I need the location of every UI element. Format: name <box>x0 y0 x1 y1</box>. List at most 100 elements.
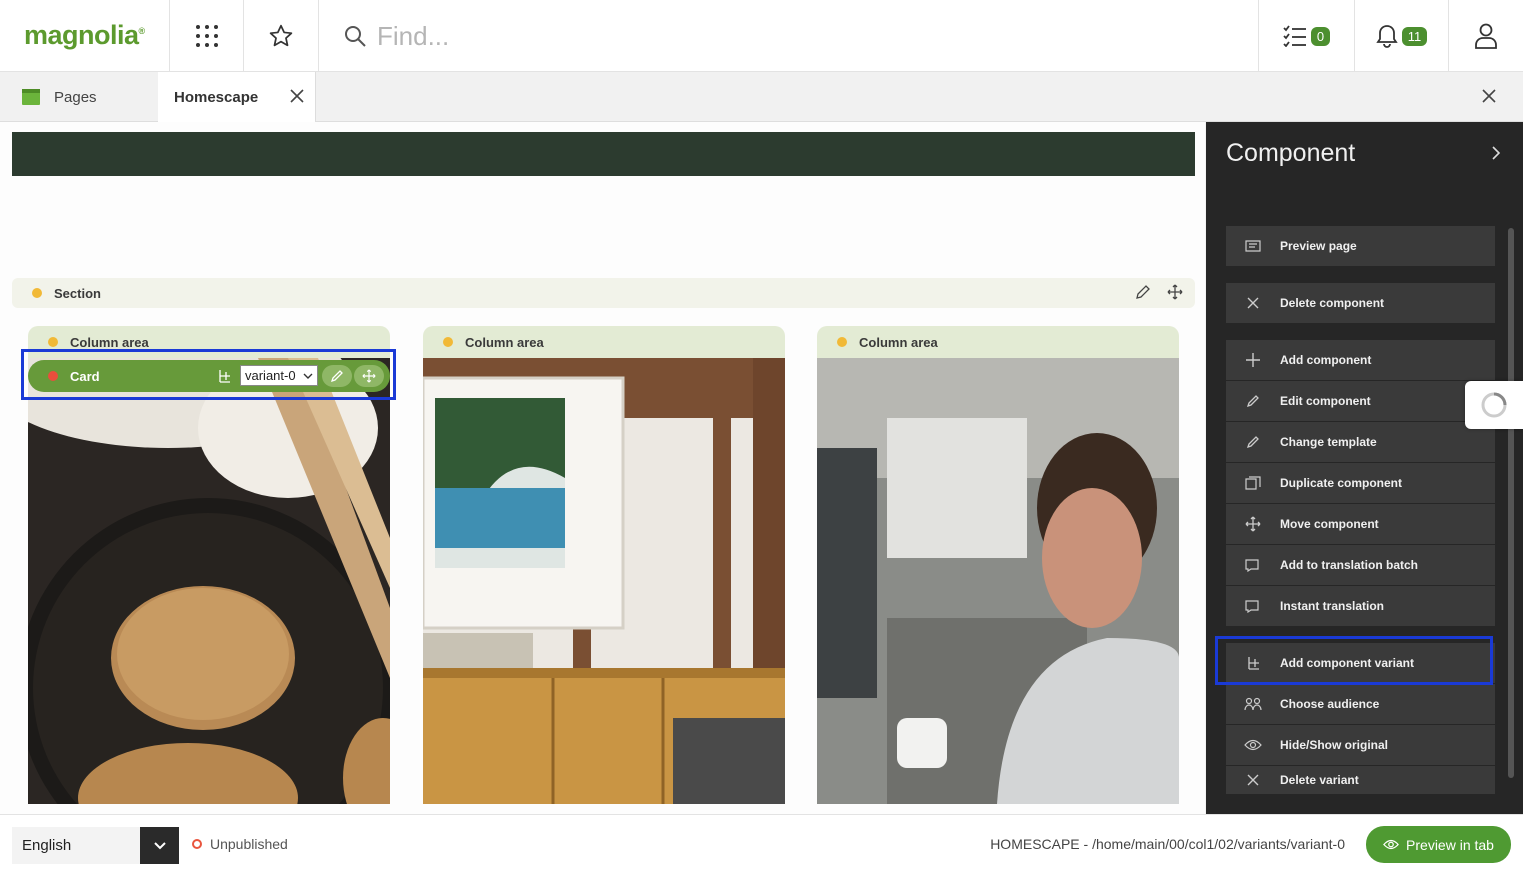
action-duplicate-component[interactable]: Duplicate component <box>1226 463 1495 503</box>
action-choose-audience[interactable]: Choose audience <box>1226 684 1495 724</box>
grid-icon <box>195 25 218 47</box>
component-path: HOMESCAPE - /home/main/00/col1/02/varian… <box>990 836 1345 852</box>
magnolia-logo[interactable]: magnolia® <box>24 20 145 51</box>
panel-title: Component <box>1226 139 1356 167</box>
find-bar[interactable] <box>318 0 1258 72</box>
tasks-button[interactable]: 0 <box>1258 0 1354 72</box>
column-area-header: Column area <box>817 326 1179 358</box>
column-area-3[interactable]: Column area <box>817 326 1179 804</box>
page-header-band <box>12 132 1195 176</box>
user-icon <box>1475 23 1497 49</box>
close-icon <box>1247 774 1259 786</box>
apps-launcher-button[interactable] <box>169 0 243 72</box>
section-status-dot <box>32 288 42 298</box>
translation-icon <box>1245 559 1259 572</box>
add-variant-highlight <box>1215 636 1493 685</box>
action-delete-variant[interactable]: Delete variant <box>1226 766 1495 794</box>
tasks-count-badge: 0 <box>1310 26 1331 46</box>
search-input[interactable] <box>377 20 1077 52</box>
page-editor-canvas[interactable]: Section Column area Column area Column a… <box>0 122 1205 814</box>
action-hide-show-original[interactable]: Hide/Show original <box>1226 725 1495 765</box>
action-label: Choose audience <box>1280 697 1380 711</box>
action-add-component[interactable]: Add component <box>1226 340 1495 380</box>
column-area-label: Column area <box>859 334 938 350</box>
action-label: Edit component <box>1280 394 1371 408</box>
language-dropdown-button[interactable] <box>140 827 179 864</box>
action-label: Instant translation <box>1280 599 1385 613</box>
column-status-dot <box>443 337 453 347</box>
star-icon <box>269 24 293 47</box>
translation-icon <box>1245 600 1259 613</box>
tab-homescape-label: Homescape <box>174 89 259 106</box>
action-add-to-translation-batch[interactable]: Add to translation batch <box>1226 545 1495 585</box>
eye-icon <box>1383 839 1399 850</box>
close-icon <box>1247 297 1259 309</box>
close-app-icon[interactable] <box>1481 88 1497 104</box>
action-label: Hide/Show original <box>1280 738 1389 752</box>
action-label: Delete component <box>1280 296 1385 310</box>
edit-section-pencil-icon[interactable] <box>1135 284 1151 300</box>
action-label: Change template <box>1280 435 1377 449</box>
action-label: Preview page <box>1280 239 1357 253</box>
chevron-down-icon <box>153 841 166 849</box>
section-bar[interactable]: Section <box>12 278 1195 308</box>
pages-app-icon <box>22 89 40 105</box>
publication-status: Unpublished <box>192 836 288 852</box>
card-bar-highlight <box>21 349 396 400</box>
action-label: Add component <box>1280 353 1372 367</box>
favorites-button[interactable] <box>243 0 318 72</box>
column-status-dot <box>837 337 847 347</box>
tab-bar: Pages Homescape <box>0 72 1523 123</box>
action-change-template[interactable]: Change template <box>1226 422 1495 462</box>
pencil-icon <box>1246 395 1259 408</box>
tab-pages[interactable]: Pages <box>0 72 158 122</box>
action-label: Delete variant <box>1280 773 1359 787</box>
action-label: Move component <box>1280 517 1379 531</box>
bell-icon <box>1376 25 1398 48</box>
duplicate-icon <box>1245 476 1261 490</box>
preview-in-tab-button[interactable]: Preview in tab <box>1366 826 1511 863</box>
notifications-button[interactable]: 11 <box>1354 0 1448 72</box>
close-tab-icon[interactable] <box>289 88 305 104</box>
pencil-icon <box>1246 436 1259 449</box>
move-icon <box>1245 516 1261 532</box>
action-label: Add to translation batch <box>1280 558 1418 572</box>
action-move-component[interactable]: Move component <box>1226 504 1495 544</box>
top-bar: magnolia® 0 11 <box>0 0 1523 72</box>
search-icon <box>345 26 366 47</box>
bottom-bar: English Unpublished HOMESCAPE - /home/ma… <box>0 814 1523 871</box>
action-delete-component[interactable]: Delete component <box>1226 283 1495 323</box>
unpublished-status-dot <box>192 839 202 849</box>
section-label: Section <box>54 285 101 301</box>
column-status-dot <box>48 337 58 347</box>
eye-icon <box>1244 739 1262 751</box>
column-area-label: Column area <box>70 334 149 350</box>
side-loading-widget[interactable] <box>1465 381 1523 429</box>
move-section-icon[interactable] <box>1167 284 1183 300</box>
user-menu-button[interactable] <box>1448 0 1523 72</box>
notifications-count-badge: 11 <box>1401 26 1428 46</box>
office-worker-image <box>817 358 1179 804</box>
action-instant-translation[interactable]: Instant translation <box>1226 586 1495 626</box>
interior-room-image <box>423 358 785 804</box>
component-actions-panel: Component Preview page Delete component … <box>1206 122 1523 814</box>
audience-icon <box>1244 697 1262 711</box>
pancakes-image <box>28 358 390 804</box>
column-area-2[interactable]: Column area <box>423 326 785 804</box>
action-preview-page[interactable]: Preview page <box>1226 226 1495 266</box>
loading-spinner-icon <box>1481 392 1507 418</box>
language-select[interactable]: English <box>12 827 140 864</box>
task-list-icon <box>1283 25 1306 47</box>
plus-icon <box>1246 353 1260 367</box>
preview-in-tab-label: Preview in tab <box>1406 836 1494 853</box>
action-label: Duplicate component <box>1280 476 1403 490</box>
collapse-panel-chevron-icon[interactable] <box>1491 146 1501 160</box>
action-edit-component[interactable]: Edit component <box>1226 381 1495 421</box>
tab-homescape[interactable]: Homescape <box>158 72 316 123</box>
column-area-label: Column area <box>465 334 544 350</box>
status-label: Unpublished <box>210 836 288 852</box>
language-value: English <box>22 837 72 854</box>
preview-icon <box>1245 240 1261 252</box>
tab-pages-label: Pages <box>54 88 97 106</box>
panel-scrollbar[interactable] <box>1508 228 1514 778</box>
